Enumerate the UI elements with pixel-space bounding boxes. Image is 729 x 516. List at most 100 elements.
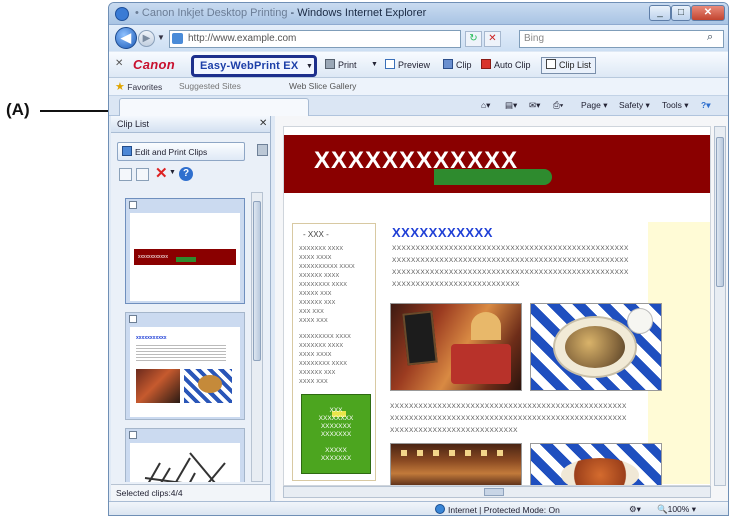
browser-window: • Canon Inkjet Desktop Printing - Window… [108, 2, 729, 516]
side-row: XXX XXX [299, 309, 324, 315]
printer-icon [325, 59, 335, 69]
edit-icon [122, 146, 132, 156]
close-window-button[interactable]: ✕ [691, 5, 725, 21]
page-menu[interactable]: Page ▾ [581, 100, 608, 111]
thumb-photo-cafe [136, 369, 180, 403]
promo-text: XXX XXXXXXXX XXXXXXX XXXXXXX XXXXX XXXXX… [318, 407, 354, 462]
print-icon[interactable]: ⎙▾ [553, 100, 563, 111]
clip-checkbox[interactable] [129, 431, 137, 439]
help-icon[interactable]: ?▾ [701, 100, 710, 111]
page-icon [172, 33, 183, 44]
clip-checkbox[interactable] [129, 201, 137, 209]
window-title: • Canon Inkjet Desktop Printing - Window… [135, 7, 427, 19]
side-menu-title: - XXX - [303, 230, 329, 239]
mail-icon[interactable]: ✉▾ [529, 100, 540, 111]
easy-webprint-label: Easy-WebPrint EX [200, 60, 299, 72]
favorites-button[interactable]: ★ Favorites [115, 80, 162, 93]
browser-tab[interactable] [119, 98, 309, 116]
minimize-button[interactable]: _ [649, 5, 671, 21]
article-heading: XXXXXXXXXXX [392, 225, 493, 240]
easy-webprint-menu-button[interactable]: Easy-WebPrint EX ▼ [191, 55, 317, 77]
clip-thumbnail[interactable]: xxxxxxxxxxx [125, 312, 245, 420]
feeds-icon[interactable]: ▤▾ [505, 100, 517, 111]
maximize-button[interactable]: □ [671, 5, 691, 21]
chalkboard [402, 310, 438, 366]
search-input[interactable]: Bing [519, 30, 724, 48]
easy-webprint-toolbar: ✕ Canon Easy-WebPrint EX ▼ Print ▼ Previ… [109, 52, 728, 78]
history-dropdown-icon[interactable]: ▼ [157, 33, 165, 42]
text-line: XXXXXXXXXXXXXXXXXXXXXXXXXXXXXXXXXXXXXXXX… [392, 269, 629, 276]
page-horizontal-scrollbar[interactable] [283, 486, 711, 498]
dish-photo [530, 443, 662, 485]
preview-button[interactable]: Preview [385, 59, 430, 70]
address-bar[interactable]: http://www.example.com [169, 30, 461, 48]
tools-menu[interactable]: Tools ▾ [662, 100, 688, 111]
select-all-icon[interactable] [119, 168, 132, 181]
edit-and-print-clips-button[interactable]: Edit and Print Clips [117, 142, 245, 161]
side-row: XXXXXX XXXX [299, 273, 340, 279]
clip-button[interactable]: Clip [443, 59, 472, 70]
grid-view-icon[interactable] [136, 168, 149, 181]
text-line: XXXXXXXXXXXXXXXXXXXXXXXXXXXXXXXXXXXXXXXX… [392, 257, 629, 264]
pane-options-icon[interactable] [257, 144, 268, 156]
forward-button[interactable]: ▶ [138, 30, 155, 47]
side-row: XXXX XXX [299, 318, 328, 324]
side-row: XXXXXXXX XXXX [299, 361, 348, 367]
side-row: XXXX XXX [299, 379, 328, 385]
protected-mode-icon[interactable]: ⚙▾ [629, 504, 641, 515]
banner-title: XXXXXXXXXXXX [314, 147, 519, 174]
text-line: XXXXXXXXXXXXXXXXXXXXXXXXXXXXXXXXXXXXXXXX… [390, 415, 627, 422]
safety-menu[interactable]: Safety ▾ [619, 100, 650, 111]
refresh-button[interactable]: ↻ [465, 31, 482, 47]
text-line: XXXXXXXXXXXXXXXXXXXXXXXXXXXXXXXXXXXXXXXX… [390, 403, 627, 410]
favorites-item-web-slice[interactable]: Web Slice Gallery [289, 81, 356, 91]
home-icon[interactable]: ⌂▾ [481, 100, 490, 111]
side-row: XXXXXXX XXXX [299, 343, 344, 349]
zoom-level[interactable]: 🔍100% ▾ [657, 504, 696, 515]
print-dropdown-icon[interactable]: ▼ [371, 61, 378, 68]
scrollbar-thumb[interactable] [716, 137, 724, 287]
delete-icon[interactable]: ✕ [155, 164, 168, 182]
clip-thumbnail[interactable] [125, 428, 245, 482]
magnifier-icon: 🔍 [657, 504, 668, 514]
side-row: XXXXXX XXX [299, 300, 336, 306]
cafe-photo [390, 303, 522, 391]
print-button[interactable]: Print [325, 59, 357, 70]
side-row: XXXXX XXX [299, 291, 332, 297]
favorites-item-suggested[interactable]: Suggested Sites [179, 81, 241, 91]
clip-list-icon [546, 59, 556, 69]
page-vertical-scrollbar[interactable] [714, 126, 726, 486]
side-row: XXXXXXXX XXXX [299, 282, 348, 288]
selected-clips-status: Selected clips:4/4 [111, 484, 270, 501]
close-pane-icon[interactable]: ✕ [259, 118, 267, 129]
back-button[interactable]: ◀ [115, 27, 137, 49]
stop-button[interactable]: ✕ [484, 31, 501, 47]
security-zone-status[interactable]: Internet | Protected Mode: On [435, 504, 560, 515]
auto-clip-button[interactable]: Auto Clip [481, 59, 531, 70]
ie-icon [115, 7, 129, 21]
side-row: XXXX XXXX [299, 352, 332, 358]
callout-label-a: (A) [6, 100, 30, 119]
map-sketch-icon [144, 452, 226, 482]
tab-row: ⌂▾ ▤▾ ✉▾ ⎙▾ Page ▾ Safety ▾ Tools ▾ ?▾ [109, 96, 728, 116]
seafood-photo [530, 303, 662, 391]
scrollbar-thumb[interactable] [253, 201, 261, 361]
clip-list-header: Clip List [111, 116, 270, 133]
auto-clip-icon [481, 59, 491, 69]
web-page: XXXXXXXXXXXX - XXX - XXXXXXX XXXX XXXX X… [283, 126, 711, 486]
clip-list-button[interactable]: Clip List [541, 57, 597, 74]
clip-checkbox[interactable] [129, 315, 137, 323]
scrollbar-thumb[interactable] [484, 488, 504, 496]
text-line: XXXXXXXXXXXXXXXXXXXXXXXXXXX [390, 427, 518, 434]
star-icon: ★ [115, 81, 125, 93]
side-row: XXXXXXX XXXX [299, 246, 344, 252]
toolbar-close-icon[interactable]: ✕ [115, 58, 123, 69]
side-row: XXXXXXXXX XXXX [299, 334, 352, 340]
help-circle-icon[interactable]: ? [179, 167, 193, 181]
title-page-name: • Canon Inkjet Desktop Printing [135, 7, 288, 19]
favorites-bar: ★ Favorites Suggested Sites Web Slice Ga… [109, 78, 728, 96]
clip-list-scrollbar[interactable] [251, 192, 263, 482]
search-icon[interactable]: ⌕ [707, 31, 713, 44]
delete-dropdown-icon[interactable]: ▼ [169, 169, 176, 176]
clip-thumbnail[interactable]: xxxxxxxxxxxx [125, 198, 245, 304]
